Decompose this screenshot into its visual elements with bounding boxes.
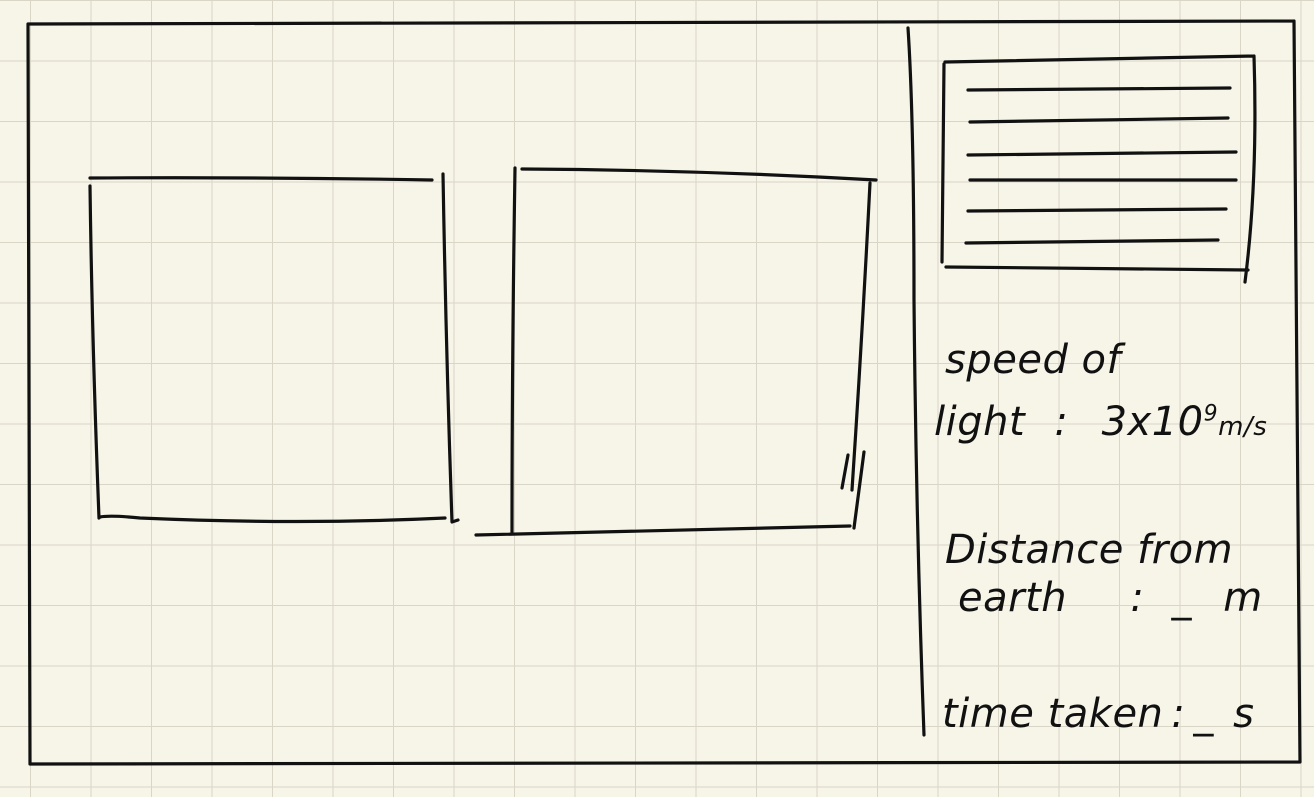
right-panel-box: [474, 166, 878, 537]
outer-frame: [26, 19, 1302, 766]
speed-of-light-value-row: light : 3x109m/s: [934, 402, 1267, 442]
time-unit: s: [1233, 691, 1255, 737]
time-blank: _: [1193, 691, 1214, 737]
time-taken-row: time taken: _ s: [942, 694, 1254, 734]
distance-label-line1: Distance from: [945, 527, 1234, 573]
speed-value: 3x10: [1101, 399, 1204, 445]
distance-from-earth-label: Distance from: [945, 530, 1233, 570]
distance-value-row: earth : _ m: [958, 578, 1263, 618]
speed-label-line2: light: [934, 399, 1026, 445]
time-label: time taken: [942, 691, 1164, 737]
distance-unit: m: [1223, 575, 1263, 621]
speed-unit: m/s: [1218, 412, 1268, 442]
speed-separator: :: [1054, 399, 1069, 445]
left-panel-box: [88, 172, 460, 524]
distance-label-line2: earth: [958, 575, 1068, 621]
time-separator: :: [1171, 691, 1186, 737]
distance-separator: :: [1130, 575, 1145, 621]
distance-blank: _: [1171, 575, 1193, 621]
speed-label-line1: speed of: [945, 337, 1122, 383]
sidebar-divider: [906, 26, 926, 737]
text-block-lines: [964, 86, 1238, 245]
speed-of-light-label: speed of: [945, 340, 1121, 380]
speed-exponent: 9: [1203, 401, 1219, 427]
